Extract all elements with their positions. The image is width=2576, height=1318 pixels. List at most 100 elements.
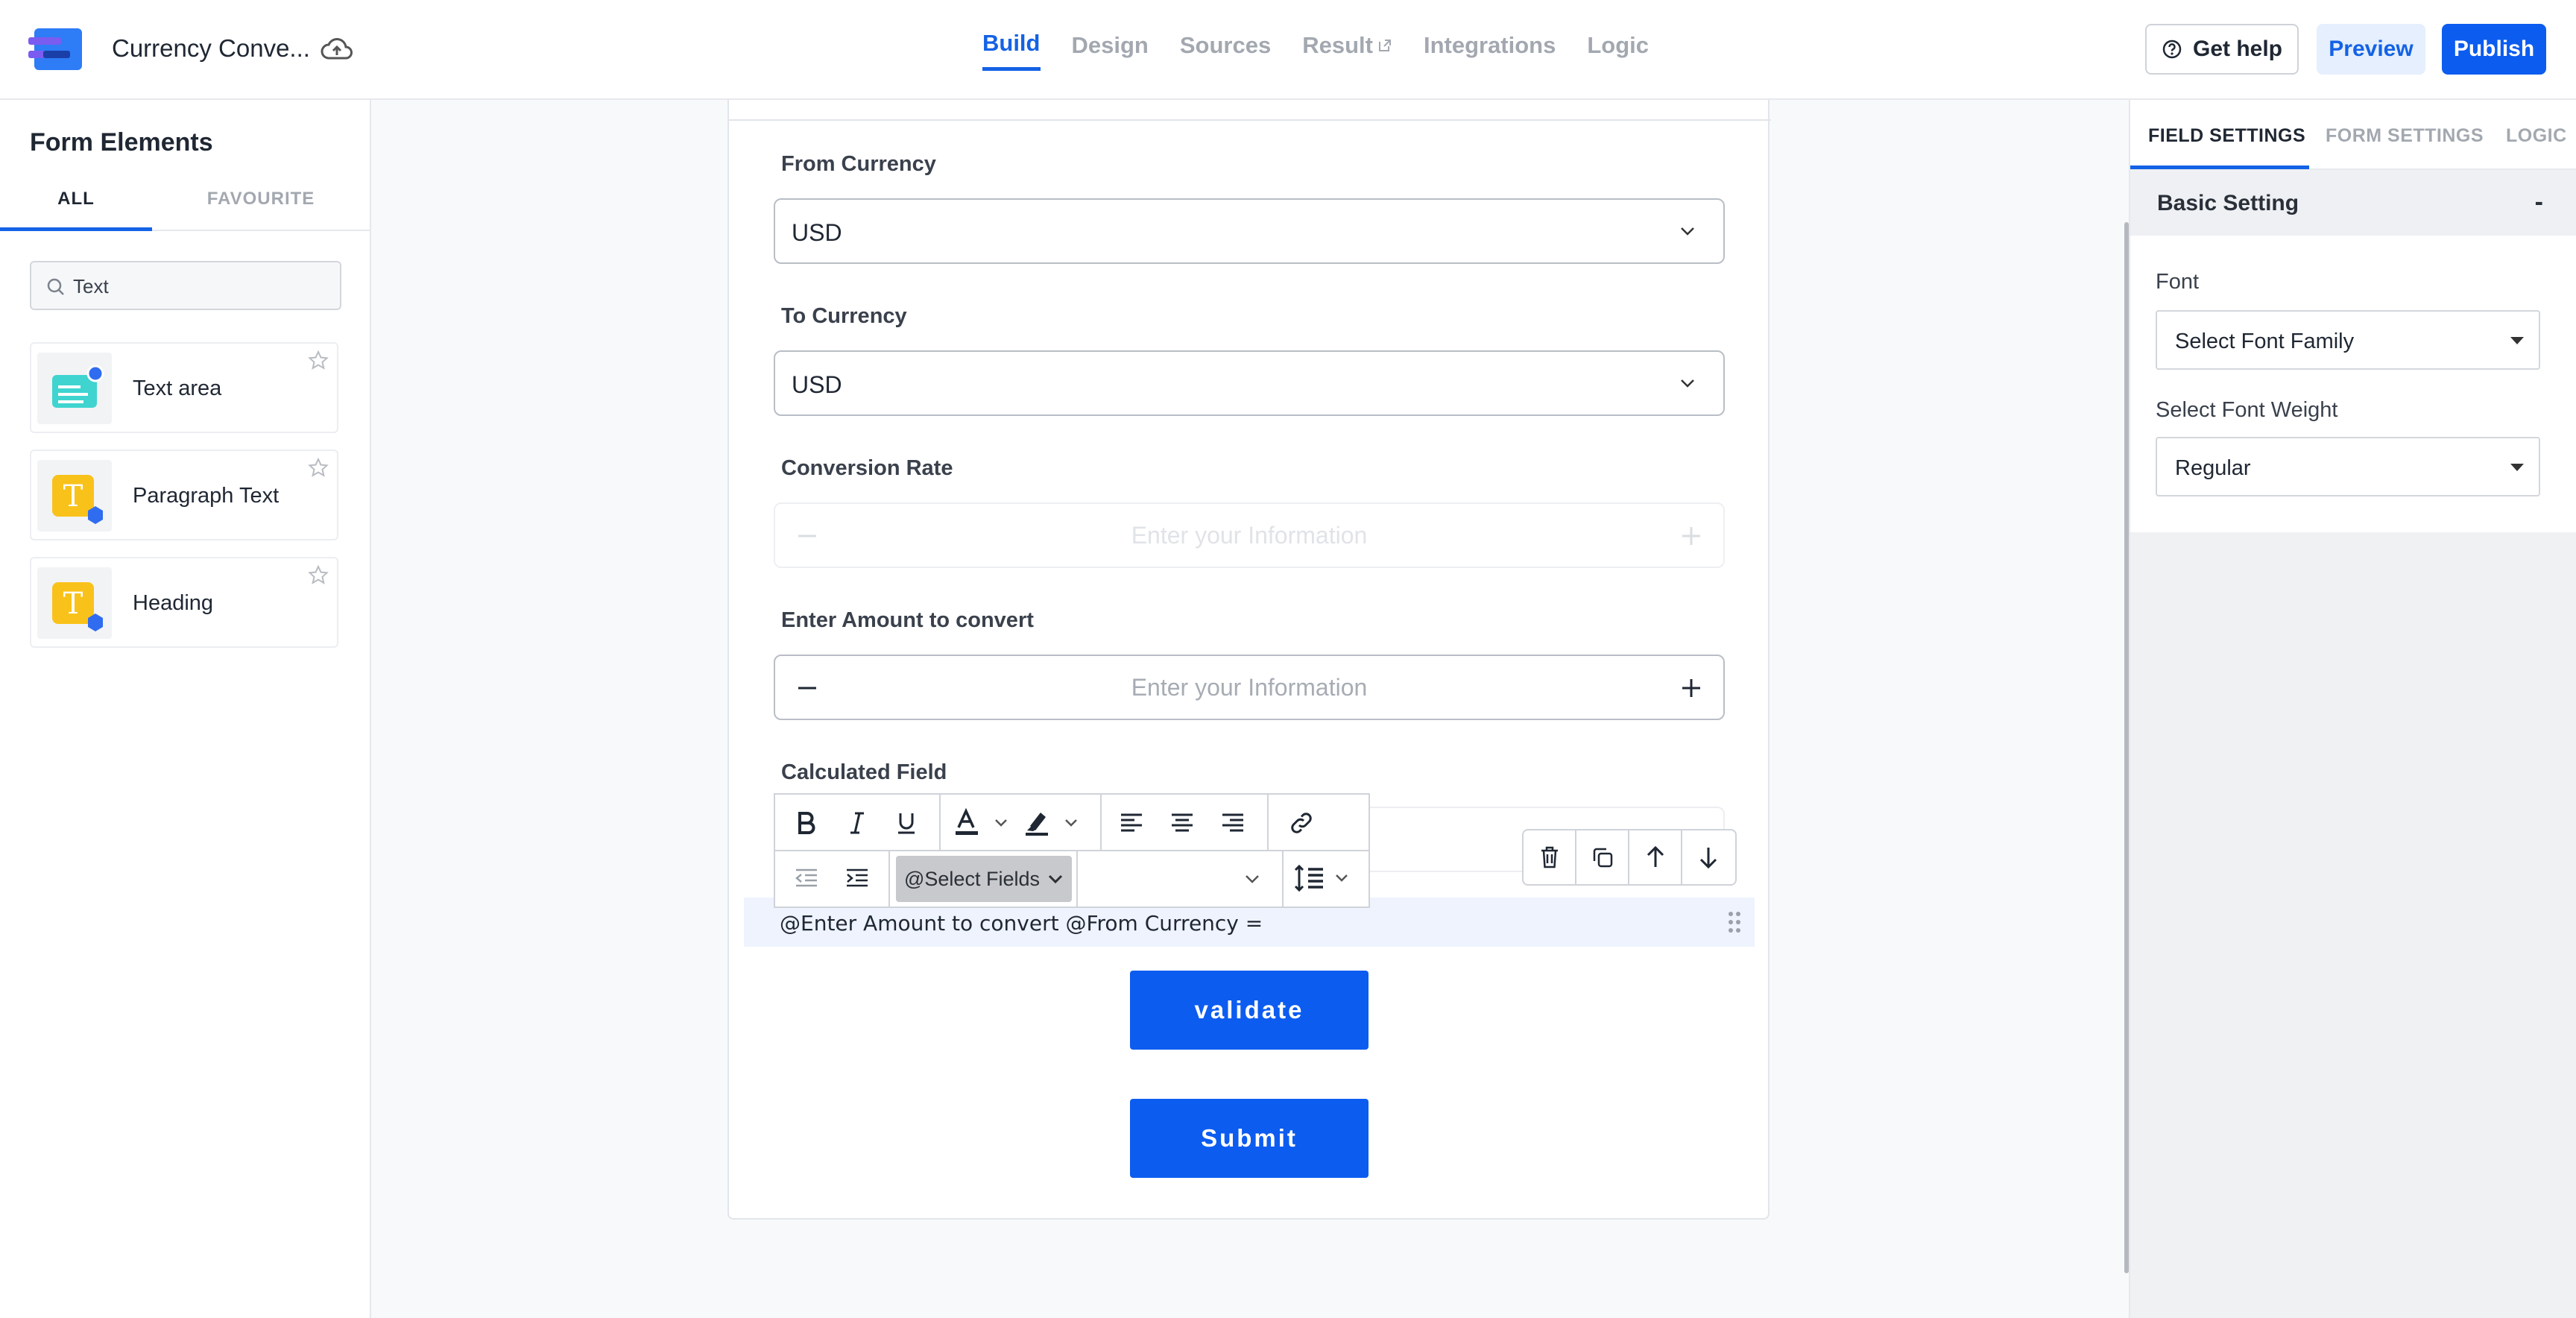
- copy-icon: [1593, 848, 1612, 868]
- app-logo-icon[interactable]: [28, 28, 82, 70]
- caret-down-icon: [2510, 464, 2524, 471]
- outdent-icon: [795, 868, 817, 887]
- form-card: From Currency USD To Currency USD Conver…: [727, 100, 1771, 1220]
- plus-icon: [1682, 527, 1700, 545]
- stepper-placeholder: Enter your Information: [1131, 522, 1368, 549]
- align-left-button[interactable]: [1112, 804, 1151, 842]
- select-value: Select Font Family: [2175, 330, 2355, 353]
- basic-setting-section: Basic Setting - Font Select Font Family …: [2130, 170, 2576, 532]
- bold-button[interactable]: [787, 804, 826, 842]
- star-icon[interactable]: [307, 564, 329, 587]
- search-input[interactable]: [73, 271, 334, 301]
- align-right-button[interactable]: [1213, 804, 1252, 842]
- publish-button[interactable]: Publish: [2442, 24, 2546, 75]
- nav-tab-build[interactable]: Build: [982, 30, 1041, 71]
- font-weight-select[interactable]: Regular: [2156, 437, 2540, 496]
- link-button[interactable]: [1282, 804, 1321, 842]
- formula-text[interactable]: @Enter Amount to convert @From Currency …: [780, 911, 1263, 936]
- italic-button[interactable]: [838, 804, 877, 842]
- preview-button[interactable]: Preview: [2317, 24, 2425, 75]
- element-label: Text area: [133, 376, 222, 400]
- indent-icon: [847, 868, 868, 887]
- nav-tab-integrations[interactable]: Integrations: [1424, 30, 1556, 71]
- highlight-button[interactable]: [1023, 804, 1090, 842]
- nav-tab-logic[interactable]: Logic: [1587, 30, 1649, 71]
- separator: [888, 851, 890, 906]
- element-text-area[interactable]: Text area: [30, 342, 338, 433]
- font-size-dropdown[interactable]: [1081, 856, 1276, 902]
- calculated-field-label: Calculated Field: [781, 760, 947, 784]
- form-elements-panel: Form Elements ALL FAVOURITE Text area T: [0, 100, 371, 1318]
- chevron-down-icon: [1681, 379, 1694, 388]
- underline-icon: [898, 813, 915, 834]
- conversion-rate-label: Conversion Rate: [781, 456, 953, 480]
- star-icon[interactable]: [307, 350, 329, 372]
- font-family-select[interactable]: Select Font Family: [2156, 310, 2540, 370]
- underline-button[interactable]: [887, 804, 926, 842]
- nav-tab-design[interactable]: Design: [1072, 30, 1149, 71]
- app-title[interactable]: Currency Conve...: [112, 34, 310, 63]
- drag-handle-icon[interactable]: [1726, 909, 1743, 935]
- arrow-down-icon: [1700, 848, 1717, 869]
- select-value: Regular: [2175, 456, 2251, 480]
- text-color-button[interactable]: [953, 804, 1020, 842]
- highlighter-icon: [1026, 813, 1077, 836]
- svg-text:T: T: [63, 479, 83, 514]
- align-right-icon: [1222, 813, 1243, 832]
- tab-form-settings[interactable]: FORM SETTINGS: [2326, 125, 2484, 147]
- duplicate-button[interactable]: [1576, 830, 1629, 884]
- from-currency-select[interactable]: USD: [774, 198, 1725, 264]
- main-nav: Build Design Sources Result Integrations…: [982, 30, 1649, 71]
- toolbar-row-2: @Select Fields: [775, 851, 1368, 906]
- validate-button[interactable]: validate: [1130, 971, 1368, 1050]
- line-height-button[interactable]: [1291, 859, 1363, 898]
- amount-label: Enter Amount to convert: [781, 608, 1034, 632]
- stepper-placeholder: Enter your Information: [1131, 674, 1368, 701]
- indent-button[interactable]: [838, 859, 877, 898]
- element-label: Paragraph Text: [133, 484, 280, 508]
- select-fields-label: @Select Fields: [904, 867, 1040, 890]
- text-area-thumb: [37, 353, 112, 424]
- tab-all[interactable]: ALL: [0, 177, 152, 231]
- amount-stepper[interactable]: Enter your Information: [774, 655, 1725, 720]
- to-currency-select[interactable]: USD: [774, 350, 1725, 416]
- heading-icon: T: [52, 582, 103, 631]
- element-heading[interactable]: T Heading: [30, 557, 338, 648]
- tab-field-settings[interactable]: FIELD SETTINGS: [2148, 125, 2305, 147]
- external-link-icon: [1378, 39, 1391, 51]
- align-left-icon: [1121, 813, 1142, 832]
- trash-icon: [1541, 846, 1558, 868]
- plus-icon[interactable]: [1680, 677, 1702, 699]
- star-icon[interactable]: [307, 457, 329, 479]
- align-center-button[interactable]: [1163, 804, 1202, 842]
- nav-tab-result[interactable]: Result: [1302, 30, 1392, 71]
- bold-icon: [798, 812, 815, 834]
- cloud-sync-icon[interactable]: [321, 36, 353, 63]
- element-search: [30, 261, 341, 310]
- delete-button[interactable]: [1524, 830, 1576, 884]
- get-help-button[interactable]: Get help: [2145, 24, 2299, 75]
- section-header[interactable]: Basic Setting -: [2130, 170, 2576, 236]
- toolbar-row-1: [775, 795, 1368, 851]
- chevron-down-icon: [1681, 227, 1694, 236]
- nav-tab-sources[interactable]: Sources: [1180, 30, 1271, 71]
- text-area-icon: [52, 365, 104, 408]
- arrow-up-icon: [1647, 845, 1664, 867]
- element-paragraph-text[interactable]: T Paragraph Text: [30, 450, 338, 540]
- submit-button[interactable]: Submit: [1130, 1099, 1368, 1178]
- move-down-button[interactable]: [1682, 830, 1735, 884]
- field-action-bar: [1522, 829, 1737, 886]
- outdent-button[interactable]: [787, 859, 826, 898]
- tab-favourite[interactable]: FAVOURITE: [185, 177, 337, 231]
- move-up-button[interactable]: [1629, 830, 1682, 884]
- select-fields-button[interactable]: @Select Fields: [896, 856, 1072, 902]
- align-center-icon: [1172, 813, 1193, 832]
- paragraph-text-icon: T: [52, 475, 103, 524]
- tab-logic[interactable]: LOGIC: [2506, 125, 2567, 147]
- select-value: USD: [792, 371, 842, 398]
- svg-text:T: T: [63, 587, 83, 621]
- caret-down-icon: [2510, 337, 2524, 344]
- collapse-toggle[interactable]: -: [2535, 188, 2543, 217]
- separator: [1282, 851, 1284, 906]
- element-tabs: ALL FAVOURITE: [0, 177, 371, 231]
